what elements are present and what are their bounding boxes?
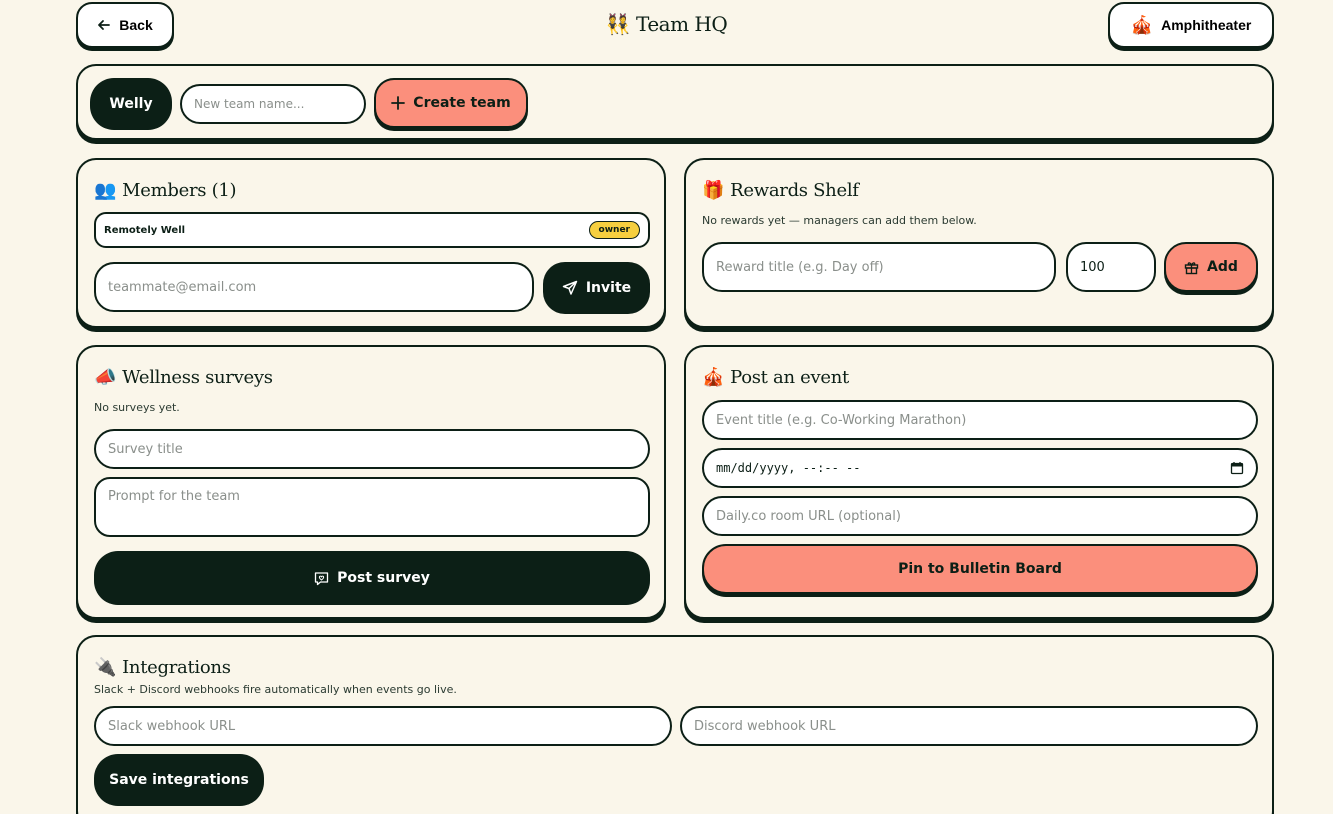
surveys-empty-note: No surveys yet. (94, 401, 180, 414)
discord-webhook-input[interactable] (680, 706, 1258, 746)
surveys-title: Wellness surveys (122, 367, 273, 388)
calendar-icon[interactable] (1230, 461, 1244, 475)
add-reward-button[interactable]: Add (1164, 242, 1258, 292)
event-datetime-input[interactable]: mm/dd/yyyy, --:-- -- (702, 448, 1258, 488)
message-heart-icon (314, 571, 329, 586)
members-card: 👥 Members (1) Remotely Well owner Invite (76, 158, 666, 328)
member-name: Remotely Well (104, 224, 186, 236)
integrations-title: Integrations (122, 657, 231, 678)
surveys-card: 📣 Wellness surveys No surveys yet. Post … (76, 345, 666, 619)
reward-points-input[interactable] (1066, 242, 1156, 292)
team-chip-active[interactable]: Welly (90, 78, 172, 130)
surveys-heading: 📣 Wellness surveys (94, 367, 273, 388)
event-title: Post an event (730, 367, 849, 388)
members-heading: 👥 Members (1) (94, 179, 237, 201)
plug-icon: 🔌 (94, 656, 117, 678)
room-url-input[interactable] (702, 496, 1258, 536)
member-role-badge: owner (588, 221, 640, 239)
amphitheater-button[interactable]: 🎪 Amphitheater (1108, 2, 1274, 48)
plus-icon (391, 96, 406, 110)
survey-prompt-textarea[interactable] (94, 477, 650, 537)
circus-tent-icon: 🎪 (1130, 15, 1154, 35)
invite-label: Invite (585, 280, 632, 296)
gift-emoji-icon: 🎁 (702, 179, 725, 201)
member-row: Remotely Well owner (94, 212, 650, 248)
post-survey-button[interactable]: Post survey (94, 551, 650, 605)
slack-webhook-input[interactable] (94, 706, 672, 746)
gift-icon (1184, 260, 1199, 275)
integrations-heading: 🔌 Integrations (94, 657, 231, 678)
team-bar: Welly Create team (76, 64, 1274, 140)
add-reward-label: Add (1207, 259, 1238, 275)
people-icon: 👥 (94, 179, 117, 201)
event-heading: 🎪 Post an event (702, 367, 849, 388)
post-survey-label: Post survey (337, 570, 430, 586)
pin-to-bulletin-button[interactable]: Pin to Bulletin Board (702, 544, 1258, 594)
rewards-heading: 🎁 Rewards Shelf (702, 180, 859, 201)
event-title-input[interactable] (702, 400, 1258, 440)
rewards-card: 🎁 Rewards Shelf No rewards yet — manager… (684, 158, 1274, 328)
survey-title-input[interactable] (94, 429, 650, 469)
rewards-title: Rewards Shelf (730, 180, 859, 201)
team-hq-page: Back 👯 Team HQ 🎪 Amphitheater Welly Crea… (0, 0, 1333, 814)
invite-email-input[interactable] (94, 262, 534, 312)
circus-tent-heading-icon: 🎪 (702, 366, 725, 388)
integrations-card: 🔌 Integrations Slack + Discord webhooks … (76, 635, 1274, 814)
reward-title-input[interactable] (702, 242, 1056, 292)
create-team-button[interactable]: Create team (374, 78, 528, 128)
create-team-label: Create team (413, 95, 511, 111)
megaphone-icon: 📣 (94, 366, 117, 388)
members-title: Members (1) (122, 180, 237, 201)
save-integrations-button[interactable]: Save integrations (94, 754, 264, 806)
amphitheater-label: Amphitheater (1161, 17, 1252, 33)
integrations-note: Slack + Discord webhooks fire automatica… (94, 683, 457, 696)
datetime-placeholder: mm/dd/yyyy, --:-- -- (716, 461, 861, 475)
invite-button[interactable]: Invite (543, 262, 650, 314)
send-icon (562, 280, 578, 296)
rewards-empty-note: No rewards yet — managers can add them b… (702, 214, 977, 227)
post-event-card: 🎪 Post an event mm/dd/yyyy, --:-- -- Pin… (684, 345, 1274, 619)
new-team-name-input[interactable] (180, 84, 366, 124)
